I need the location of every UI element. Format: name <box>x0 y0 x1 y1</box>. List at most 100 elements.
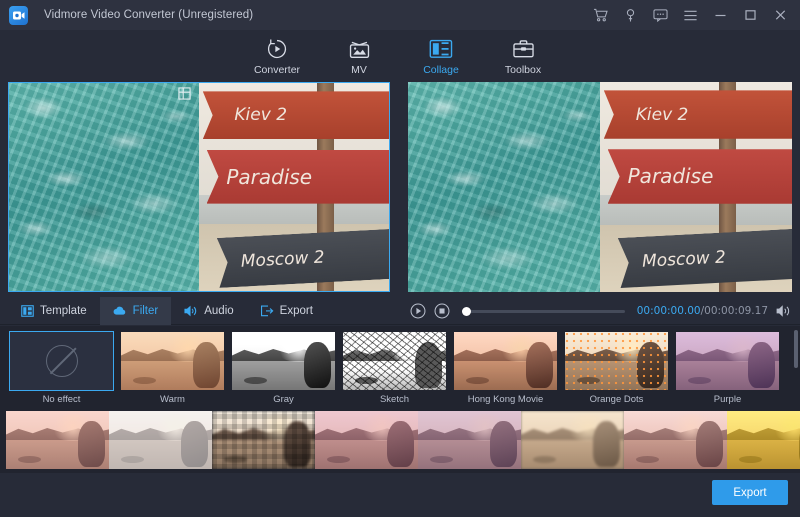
converter-icon <box>266 38 288 61</box>
result-collage-layout: Kiev 2 Paradise Moscow 2 <box>408 82 792 292</box>
timecode: 00:00:00.00/00:00:09.17 <box>637 305 768 317</box>
editor-toolbar: Template Filter Audio <box>0 297 800 325</box>
app-window: Vidmore Video Converter (Unregistered) <box>0 0 800 517</box>
result-cell-water <box>408 82 600 292</box>
result-cell-signpost: Kiev 2 Paradise Moscow 2 <box>600 82 792 292</box>
tab-filter-label: Filter <box>133 305 159 317</box>
no-effect-icon <box>46 345 78 377</box>
current-time: 00:00:00.00 <box>637 305 701 317</box>
filter-item-gray[interactable]: Gray <box>228 332 339 405</box>
preview-stage: Kiev 2 Paradise Moscow 2 <box>0 79 800 295</box>
filter-item-sketch[interactable]: Sketch <box>339 332 450 405</box>
collage-cell-signpost[interactable]: Kiev 2 Paradise Moscow 2 <box>199 83 389 291</box>
filter-label-gray: Gray <box>273 394 294 405</box>
stop-icon[interactable] <box>434 303 450 319</box>
footer-bar: Export <box>0 473 800 517</box>
feedback-icon[interactable] <box>647 2 674 28</box>
tab-toolbox[interactable]: Toolbox <box>482 34 564 76</box>
filter-item-row2-7[interactable] <box>624 411 727 473</box>
scrollbar-thumb[interactable] <box>794 330 798 368</box>
toolbox-icon <box>512 38 535 61</box>
key-icon[interactable] <box>617 2 644 28</box>
filter-item-row2-8[interactable] <box>727 411 800 473</box>
filter-label-orange-dots: Orange Dots <box>590 394 644 405</box>
app-title: Vidmore Video Converter (Unregistered) <box>44 9 253 21</box>
playback-handle[interactable] <box>462 307 471 316</box>
sign-moscow: Moscow 2 <box>217 228 389 288</box>
result-preview-pane: Kiev 2 Paradise Moscow 2 <box>408 82 792 292</box>
cart-icon[interactable] <box>587 2 614 28</box>
filter-item-warm[interactable]: Warm <box>117 332 228 405</box>
filter-item-row2-3[interactable] <box>212 411 315 473</box>
result-sign-kiev-text: Kiev 2 <box>636 105 689 125</box>
filter-item-row2-1[interactable] <box>6 411 109 473</box>
filter-thumb-row2-4 <box>315 411 418 469</box>
tab-mv-label: MV <box>351 64 367 76</box>
editor-tabs: Template Filter Audio <box>8 297 326 325</box>
filter-thumb-warm <box>121 332 224 390</box>
tab-template[interactable]: Template <box>8 297 100 325</box>
filter-item-row2-6[interactable] <box>521 411 624 473</box>
minimize-icon[interactable] <box>707 2 734 28</box>
filter-icon <box>113 305 127 317</box>
filter-thumb-row2-5 <box>418 411 521 469</box>
filter-thumb-row2-2 <box>109 411 212 469</box>
filter-thumb-orange-dots <box>565 332 668 390</box>
filter-row-1: No effect Warm Gray Sk <box>0 326 800 405</box>
filter-gallery[interactable]: No effect Warm Gray Sk <box>0 326 800 473</box>
tab-template-label: Template <box>40 305 87 317</box>
maximize-icon[interactable] <box>737 2 764 28</box>
export-button[interactable]: Export <box>712 480 788 505</box>
tab-audio-label: Audio <box>204 305 233 317</box>
collage-icon <box>429 38 453 61</box>
filter-label-purple: Purple <box>714 394 741 405</box>
tab-converter[interactable]: Converter <box>236 34 318 76</box>
filter-label-warm: Warm <box>160 394 185 405</box>
filter-item-orange-dots[interactable]: Orange Dots <box>561 332 672 405</box>
filter-item-row2-4[interactable] <box>315 411 418 473</box>
collage-layout: Kiev 2 Paradise Moscow 2 <box>9 83 389 291</box>
filter-label-hong-kong-movie: Hong Kong Movie <box>468 394 544 405</box>
filter-thumb-row2-3 <box>212 411 315 469</box>
audio-icon <box>184 305 198 317</box>
tab-collage-label: Collage <box>423 64 459 76</box>
tab-converter-label: Converter <box>254 64 300 76</box>
filter-thumb-purple <box>676 332 779 390</box>
filter-row-2 <box>0 405 800 473</box>
filter-thumb-gray <box>232 332 335 390</box>
main-navigation: Converter MV Collage <box>0 30 800 79</box>
tab-audio[interactable]: Audio <box>171 297 246 325</box>
tab-export-settings[interactable]: Export <box>247 297 326 325</box>
filter-gallery-scrollbar[interactable] <box>794 330 798 470</box>
collage-cell-water[interactable] <box>9 83 199 291</box>
title-bar: Vidmore Video Converter (Unregistered) <box>0 0 800 30</box>
filter-label-no-effect: No effect <box>43 394 81 405</box>
filter-item-hong-kong-movie[interactable]: Hong Kong Movie <box>450 332 561 405</box>
sign-paradise-text: Paradise <box>226 165 312 189</box>
sign-paradise: Paradise <box>207 150 389 204</box>
result-sign-moscow: Moscow 2 <box>618 228 792 288</box>
filter-label-sketch: Sketch <box>380 394 409 405</box>
play-icon[interactable] <box>410 303 426 319</box>
tab-mv[interactable]: MV <box>318 34 400 76</box>
result-sign-moscow-text: Moscow 2 <box>642 248 727 272</box>
collage-editor-pane[interactable]: Kiev 2 Paradise Moscow 2 <box>8 82 390 292</box>
filter-item-row2-5[interactable] <box>418 411 521 473</box>
playback-progress-bar[interactable] <box>462 310 625 313</box>
speaker-icon[interactable] <box>776 303 792 319</box>
tab-toolbox-label: Toolbox <box>505 64 541 76</box>
filter-thumb-sketch <box>343 332 446 390</box>
export-icon <box>260 305 274 317</box>
total-time: 00:00:09.17 <box>704 305 768 317</box>
close-icon[interactable] <box>767 2 794 28</box>
tab-filter[interactable]: Filter <box>100 297 172 325</box>
menu-icon[interactable] <box>677 2 704 28</box>
tab-collage[interactable]: Collage <box>400 34 482 76</box>
result-sign-kiev: Kiev 2 <box>604 90 792 138</box>
template-badge-icon[interactable] <box>178 87 191 100</box>
filter-item-purple[interactable]: Purple <box>672 332 783 405</box>
filter-item-no-effect[interactable]: No effect <box>6 332 117 405</box>
filter-thumb-row2-6 <box>521 411 624 469</box>
sign-kiev: Kiev 2 <box>203 91 389 139</box>
filter-item-row2-2[interactable] <box>109 411 212 473</box>
